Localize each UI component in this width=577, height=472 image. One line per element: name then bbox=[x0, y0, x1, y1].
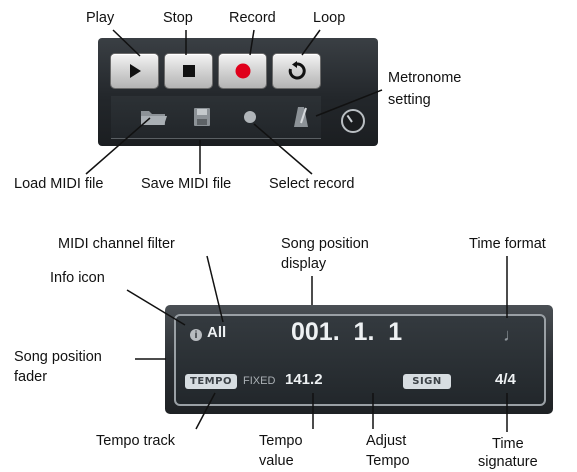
callout-midi-channel-filter: MIDI channel filter bbox=[58, 236, 175, 252]
knob-icon[interactable] bbox=[341, 109, 365, 133]
callout-select-record: Select record bbox=[269, 176, 355, 192]
callout-tempo-value-1: Tempo bbox=[259, 433, 303, 449]
time-format-button[interactable]: ♩ bbox=[503, 325, 521, 346]
play-button[interactable] bbox=[111, 54, 158, 88]
load-midi-file-button[interactable] bbox=[139, 106, 169, 128]
callout-song-position-fader-2: fader bbox=[14, 369, 48, 385]
callout-song-position-fader-1: Song position bbox=[14, 349, 102, 365]
loop-button[interactable] bbox=[273, 54, 320, 88]
save-midi-file-button[interactable] bbox=[191, 106, 213, 128]
song-position-panel: i All 001. 1. 1 ♩ TEMPO FIXED 141.2 SIGN… bbox=[165, 305, 553, 414]
info-icon[interactable]: i bbox=[190, 329, 202, 341]
callout-adjust-tempo-2: Tempo bbox=[366, 453, 410, 469]
callout-metronome-1: Metronome bbox=[388, 70, 462, 86]
callout-info-icon: Info icon bbox=[50, 270, 105, 286]
callout-time-signature-2: signature bbox=[478, 454, 538, 470]
callout-time-format: Time format bbox=[469, 236, 546, 252]
loop-icon bbox=[288, 61, 306, 80]
file-toolbar bbox=[111, 96, 321, 139]
callout-play: Play bbox=[86, 10, 115, 26]
stop-button[interactable] bbox=[165, 54, 212, 88]
folder-icon bbox=[141, 111, 167, 125]
midi-channel-filter[interactable]: All bbox=[207, 324, 226, 341]
transport-panel bbox=[98, 38, 378, 146]
select-record-button[interactable] bbox=[240, 107, 260, 127]
stop-icon bbox=[182, 65, 195, 77]
song-position-display: 001. 1. 1 bbox=[291, 318, 403, 346]
callout-metronome-2: setting bbox=[388, 92, 431, 108]
record-button[interactable] bbox=[219, 54, 266, 88]
play-icon bbox=[129, 64, 141, 78]
callout-tempo-value-2: value bbox=[259, 453, 294, 469]
tempo-mode: FIXED bbox=[243, 375, 276, 387]
tempo-value[interactable]: 141.2 bbox=[285, 371, 323, 388]
time-signature-value[interactable]: 4/4 bbox=[495, 371, 516, 388]
metronome-button[interactable] bbox=[291, 104, 311, 130]
time-signature-button[interactable]: SIGN bbox=[403, 374, 451, 389]
record-select-icon bbox=[244, 111, 256, 123]
callout-time-signature-1: Time bbox=[492, 436, 524, 452]
metronome-icon bbox=[294, 107, 308, 127]
floppy-disk-icon bbox=[194, 108, 210, 126]
callout-loop: Loop bbox=[313, 10, 346, 26]
tempo-track-button[interactable]: TEMPO bbox=[185, 374, 237, 389]
callout-load-midi: Load MIDI file bbox=[14, 176, 104, 192]
callout-save-midi: Save MIDI file bbox=[141, 176, 232, 192]
callout-song-position-display-2: display bbox=[281, 256, 327, 272]
callout-song-position-display-1: Song position bbox=[281, 236, 369, 252]
record-icon bbox=[235, 63, 250, 79]
callout-tempo-track: Tempo track bbox=[96, 433, 175, 449]
callout-adjust-tempo-1: Adjust bbox=[366, 433, 407, 449]
callout-record: Record bbox=[229, 10, 276, 26]
callout-stop: Stop bbox=[163, 10, 193, 26]
